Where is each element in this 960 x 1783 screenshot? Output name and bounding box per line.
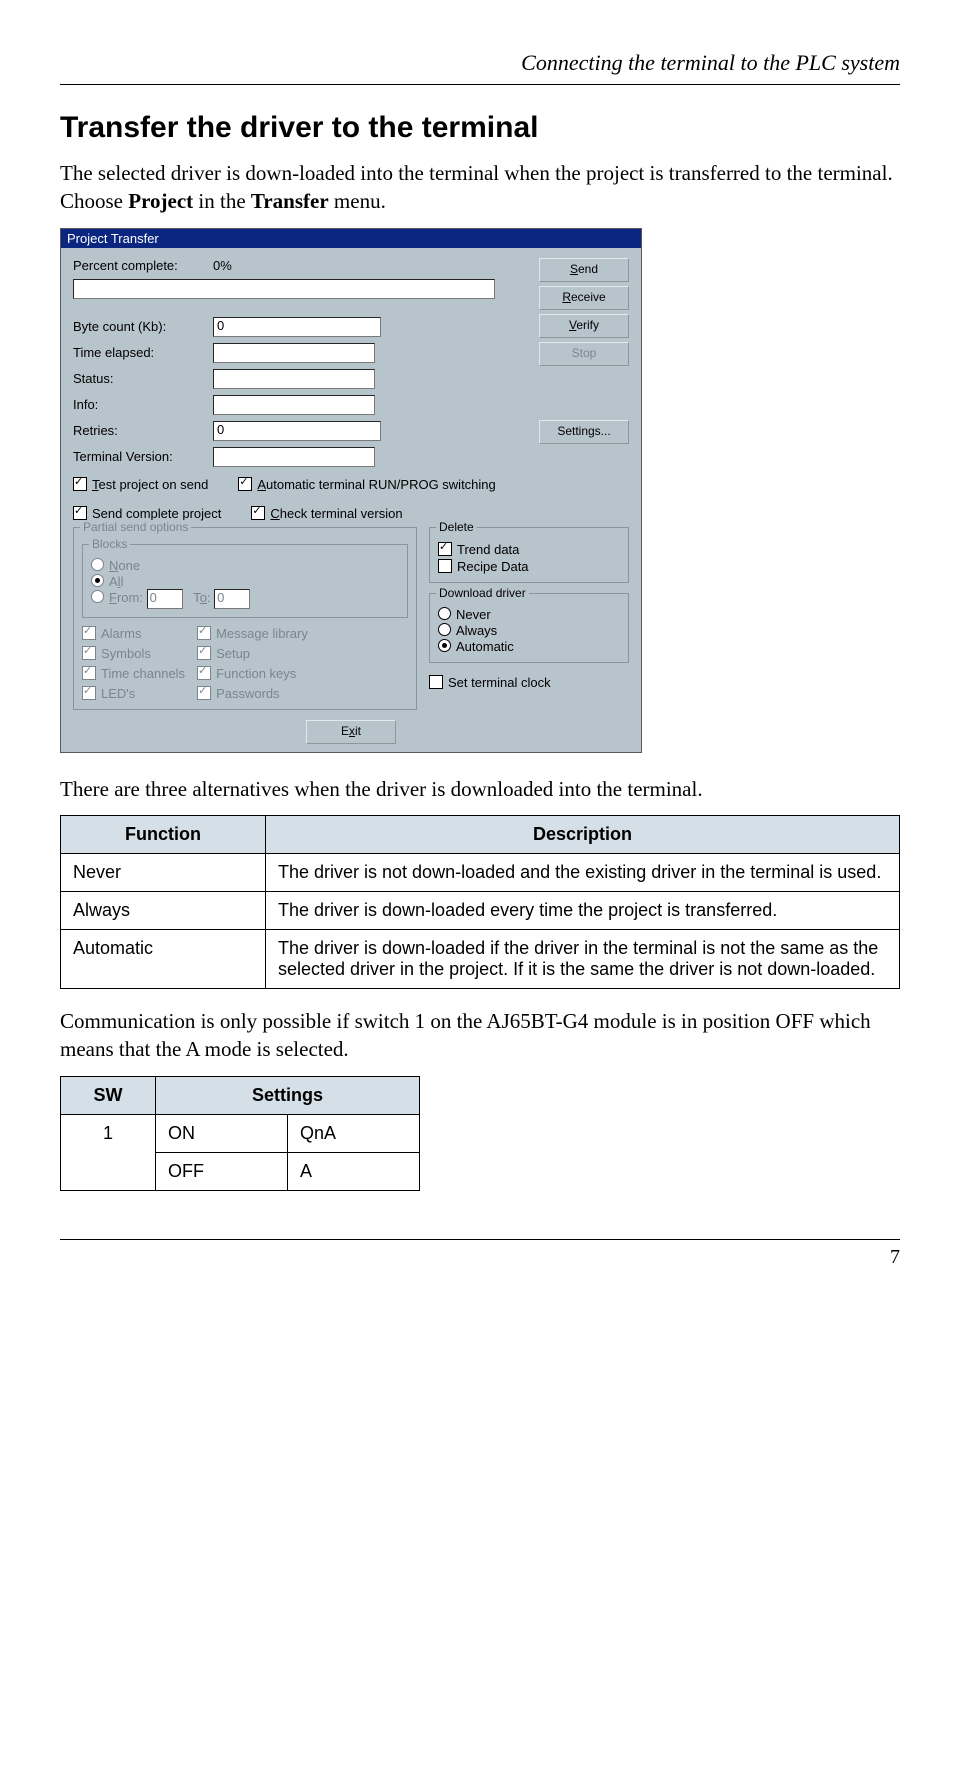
cell-never-desc: The driver is not down-loaded and the ex…	[266, 854, 900, 892]
paragraph-alternatives: There are three alternatives when the dr…	[60, 775, 900, 803]
none-radio: None	[91, 557, 399, 573]
dl-always-radio[interactable]: Always	[438, 622, 620, 638]
page-number: 7	[60, 1239, 900, 1269]
status-field[interactable]	[213, 369, 375, 389]
msglib-checkbox: Message library	[197, 624, 308, 641]
setup-checkbox: Setup	[197, 644, 308, 661]
running-header: Connecting the terminal to the PLC syste…	[60, 50, 900, 76]
leds-checkbox: LED's	[82, 684, 185, 701]
passwords-checkbox: Passwords	[197, 684, 308, 701]
download-driver-group: Download driver Never Always Automatic	[429, 593, 629, 663]
exit-button[interactable]: Exit	[306, 720, 396, 744]
intro-paragraph: The selected driver is down-loaded into …	[60, 159, 900, 216]
recipe-checkbox[interactable]: Recipe Data	[438, 557, 620, 574]
from-radio: From: 0 To: 0	[91, 589, 399, 609]
set-clock-checkbox[interactable]: Set terminal clock	[429, 673, 629, 690]
info-field[interactable]	[213, 395, 375, 415]
byte-label: Byte count (Kb):	[73, 319, 213, 334]
project-transfer-dialog: Project Transfer Percent complete:0% Byt…	[60, 228, 642, 753]
alarms-checkbox: Alarms	[82, 624, 185, 641]
cell-off: OFF	[156, 1152, 288, 1190]
cell-sw1: 1	[61, 1114, 156, 1190]
timech-checkbox: Time channels	[82, 664, 185, 681]
test-on-send-checkbox[interactable]: Test project on send	[73, 475, 208, 492]
all-radio: All	[91, 573, 399, 589]
termver-field[interactable]	[213, 447, 375, 467]
check-version-checkbox[interactable]: Check terminal version	[251, 504, 402, 521]
dl-never-radio[interactable]: Never	[438, 606, 620, 622]
trend-checkbox[interactable]: Trend data	[438, 540, 620, 557]
cell-always-desc: The driver is down-loaded every time the…	[266, 892, 900, 930]
dialog-titlebar: Project Transfer	[61, 229, 641, 248]
function-description-table: Function Description Never The driver is…	[60, 815, 900, 989]
cell-always: Always	[61, 892, 266, 930]
settings-button[interactable]: Settings...	[539, 420, 629, 444]
info-label: Info:	[73, 397, 213, 412]
send-button[interactable]: Send	[539, 258, 629, 282]
symbols-checkbox: Symbols	[82, 644, 185, 661]
progress-bar	[73, 279, 495, 299]
cell-on: ON	[156, 1114, 288, 1152]
stop-button[interactable]: Stop	[539, 342, 629, 366]
retries-label: Retries:	[73, 423, 213, 438]
dl-auto-radio[interactable]: Automatic	[438, 638, 620, 654]
cell-qna: QnA	[287, 1114, 419, 1152]
auto-runprog-checkbox[interactable]: Automatic terminal RUN/PROG switching	[238, 475, 495, 492]
th-sw: SW	[61, 1076, 156, 1114]
cell-automatic-desc: The driver is down-loaded if the driver …	[266, 930, 900, 989]
cell-never: Never	[61, 854, 266, 892]
sw-settings-table: SW Settings 1 ON QnA OFF A	[60, 1076, 420, 1191]
header-rule	[60, 84, 900, 85]
fkeys-checkbox: Function keys	[197, 664, 308, 681]
cell-automatic: Automatic	[61, 930, 266, 989]
retries-field[interactable]: 0	[213, 421, 381, 441]
partial-send-group: Partial send options Blocks None All Fro…	[73, 527, 417, 710]
status-label: Status:	[73, 371, 213, 386]
termver-label: Terminal Version:	[73, 449, 213, 464]
time-label: Time elapsed:	[73, 345, 213, 360]
byte-field[interactable]: 0	[213, 317, 381, 337]
cell-a: A	[287, 1152, 419, 1190]
th-function: Function	[61, 816, 266, 854]
verify-button[interactable]: Verify	[539, 314, 629, 338]
send-complete-checkbox[interactable]: Send complete project	[73, 504, 221, 521]
th-description: Description	[266, 816, 900, 854]
receive-button[interactable]: Receive	[539, 286, 629, 310]
section-heading: Transfer the driver to the terminal	[60, 111, 900, 145]
blocks-group: Blocks None All From: 0 To: 0	[82, 544, 408, 618]
delete-group: Delete Trend data Recipe Data	[429, 527, 629, 583]
th-settings: Settings	[156, 1076, 420, 1114]
percent-value: 0%	[213, 258, 232, 273]
percent-label: Percent complete:	[73, 258, 213, 273]
time-field[interactable]	[213, 343, 375, 363]
paragraph-switch: Communication is only possible if switch…	[60, 1007, 900, 1064]
